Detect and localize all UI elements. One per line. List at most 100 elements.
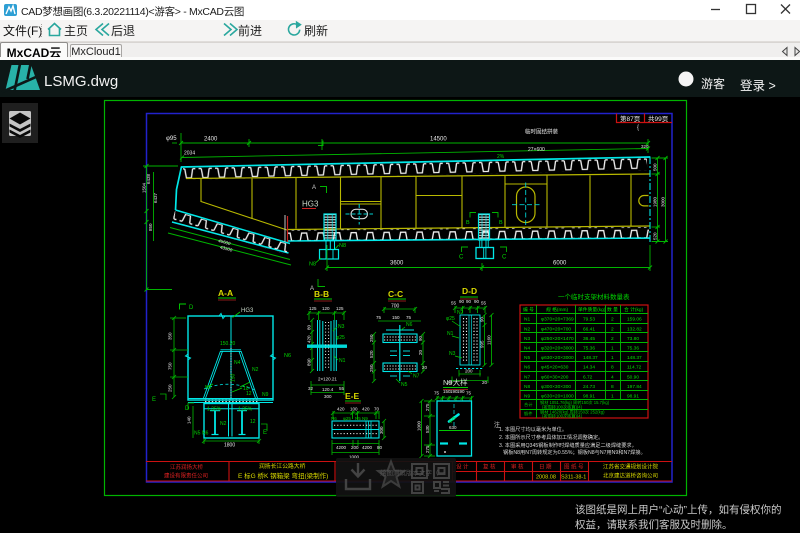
svg-text:B: B: [499, 220, 503, 226]
svg-text:125: 125: [309, 306, 317, 311]
svg-text:N2: N2: [252, 367, 259, 373]
svg-text:C-C: C-C: [388, 289, 403, 299]
svg-text:第87页: 第87页: [620, 114, 641, 123]
svg-text:90: 90: [418, 335, 423, 341]
svg-text:N4: N4: [524, 346, 530, 352]
svg-text:φ250×20×1470: φ250×20×1470: [541, 336, 574, 342]
svg-text:N2: N2: [524, 326, 530, 332]
svg-text:N5: N5: [194, 431, 201, 437]
svg-text:14.34: 14.34: [583, 365, 595, 371]
svg-text:S311-38-1: S311-38-1: [561, 475, 586, 481]
svg-text:φ630×20×1000: φ630×20×1000: [541, 394, 574, 400]
svg-text:N7: N7: [413, 374, 420, 380]
svg-text:1.35%: 1.35%: [207, 407, 222, 413]
svg-text:55: 55: [339, 386, 345, 391]
svg-text:A: A: [312, 185, 316, 191]
svg-text:D-D: D-D: [462, 286, 477, 296]
svg-text:设 计: 设 计: [456, 463, 469, 471]
svg-text:一个临时支架材料数量表: 一个临时支架材料数量表: [558, 292, 630, 301]
svg-text:C: C: [502, 255, 507, 261]
svg-text:6.72: 6.72: [583, 374, 593, 380]
svg-text:1980: 1980: [653, 196, 658, 207]
svg-text:850: 850: [148, 223, 153, 231]
svg-text:2. 本图所示尺寸参考具体加工情况调整确定。: 2. 本图所示尺寸参考具体加工情况调整确定。: [499, 433, 603, 441]
svg-text:{: {: [637, 125, 639, 131]
svg-text:N6: N6: [524, 365, 530, 371]
svg-text:D: D: [185, 406, 190, 412]
svg-text:编 号: 编 号: [523, 306, 534, 313]
svg-text:420: 420: [362, 407, 370, 412]
svg-text:150.20: 150.20: [220, 341, 236, 347]
svg-text:1800: 1800: [224, 443, 235, 449]
svg-text:73.80: 73.80: [627, 336, 639, 342]
svg-text:共99页: 共99页: [648, 114, 669, 123]
svg-text:1160: 1160: [487, 335, 492, 345]
svg-text:N2: N2: [457, 310, 464, 316]
svg-text:98.91: 98.91: [627, 394, 639, 400]
svg-text:φ470×20×700: φ470×20×700: [541, 326, 571, 332]
svg-text:90: 90: [474, 299, 480, 304]
svg-text:1.35%: 1.35%: [238, 407, 253, 413]
svg-text:75: 75: [434, 391, 440, 396]
svg-text:350: 350: [168, 332, 173, 340]
svg-text:90: 90: [459, 299, 465, 304]
svg-text:75: 75: [406, 315, 412, 320]
svg-text:图 纸 号: 图 纸 号: [564, 463, 584, 471]
svg-text:N8: N8: [339, 243, 346, 249]
svg-text:90: 90: [480, 316, 485, 322]
svg-text:φ60×30×200: φ60×30×200: [541, 374, 569, 380]
svg-text:E: E: [152, 397, 156, 403]
svg-text:12: 12: [246, 391, 252, 397]
svg-text:2: 2: [611, 326, 614, 332]
svg-text:N3: N3: [205, 385, 212, 391]
svg-text:审 核: 审 核: [511, 463, 524, 471]
svg-text:N4: N4: [234, 360, 241, 366]
svg-text:890: 890: [307, 358, 312, 366]
svg-text:630: 630: [449, 425, 457, 430]
svg-text:8: 8: [611, 384, 614, 390]
svg-text:520: 520: [653, 232, 658, 240]
svg-text:148.37: 148.37: [583, 355, 598, 361]
svg-text:建设有限责任公司: 建设有限责任公司: [164, 472, 208, 480]
svg-text:3000: 3000: [661, 196, 666, 207]
svg-text:250: 250: [369, 364, 374, 372]
svg-text:N8: N8: [309, 262, 316, 268]
svg-text:临时固结拼装: 临时固结拼装: [525, 128, 559, 136]
svg-text:150: 150: [231, 373, 237, 382]
svg-text:2400: 2400: [204, 137, 218, 143]
svg-text:75.36: 75.36: [583, 346, 595, 352]
svg-text:D: D: [189, 305, 194, 311]
svg-text:φ370×20×7369: φ370×20×7369: [541, 317, 574, 323]
svg-text:250: 250: [369, 334, 374, 342]
svg-text:2×120.21: 2×120.21: [318, 377, 337, 382]
svg-text:4200: 4200: [362, 445, 373, 450]
svg-text:6000: 6000: [553, 261, 567, 267]
svg-text:钢板N8用N7周转规定为0.55%；钢板N8与N7用N9和N: 钢板N8用N7周转规定为0.55%；钢板N8与N7用N9和N7焊接。: [503, 448, 646, 456]
svg-text:N5: N5: [401, 382, 408, 388]
svg-text:N8: N8: [524, 384, 530, 390]
svg-text:B: B: [466, 220, 470, 226]
svg-text:995: 995: [480, 340, 485, 348]
svg-text:2008.08: 2008.08: [536, 475, 556, 481]
svg-text:200: 200: [465, 369, 473, 374]
svg-text:4200: 4200: [336, 445, 347, 450]
svg-text:79.53: 79.53: [583, 317, 595, 323]
svg-text:66.41: 66.41: [583, 326, 595, 332]
svg-text:N9大样: N9大样: [443, 377, 468, 387]
svg-text:20: 20: [482, 380, 488, 385]
svg-text:125: 125: [336, 306, 344, 311]
svg-text:C: C: [459, 255, 464, 261]
svg-text:14500: 14500: [430, 137, 447, 143]
svg-text:1: 1: [611, 346, 614, 352]
svg-text:90: 90: [466, 299, 472, 304]
svg-text:8: 8: [611, 365, 614, 371]
svg-text:197.84: 197.84: [627, 384, 642, 390]
svg-text:2%: 2%: [497, 154, 505, 160]
svg-text:E 标G 桥K 钢箱梁 弯扭(梁制作): E 标G 桥K 钢箱梁 弯扭(梁制作): [238, 471, 328, 480]
svg-text:150: 150: [392, 315, 400, 320]
svg-text:N6: N6: [202, 431, 209, 437]
svg-text:300: 300: [324, 394, 332, 399]
svg-text:数 量: 数 量: [607, 306, 618, 313]
svg-text:24.73: 24.73: [583, 384, 595, 390]
svg-text:27×600: 27×600: [528, 147, 545, 153]
